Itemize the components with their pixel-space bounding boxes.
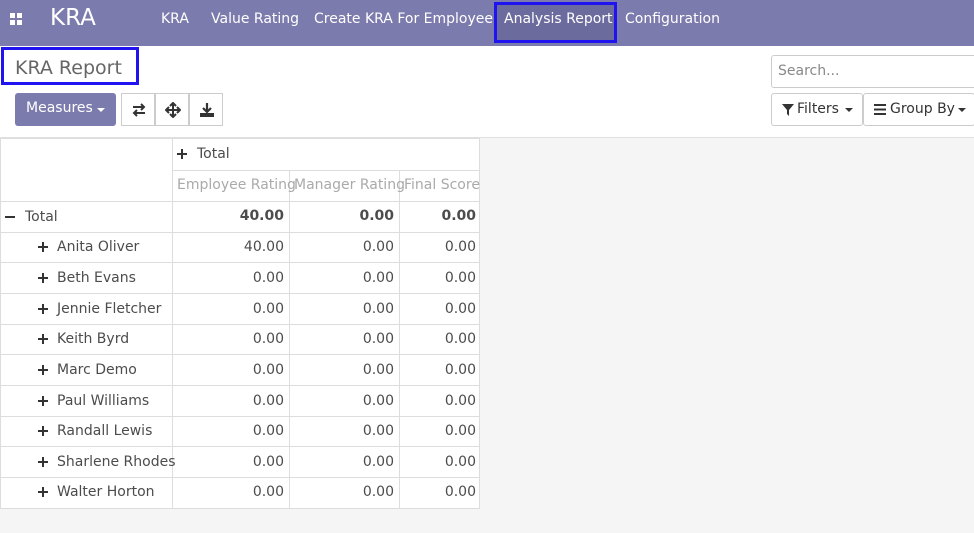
manager-rating-cell: 0.00 (362, 239, 394, 255)
expand-row-icon[interactable] (38, 426, 48, 436)
column-divider (399, 170, 400, 508)
total-manager-rating: 0.00 (359, 208, 394, 224)
filter-icon (782, 104, 794, 116)
download-icon (200, 103, 214, 117)
group-by-label: Group By (890, 101, 955, 117)
expand-row-icon[interactable] (38, 242, 48, 252)
row-divider (1, 354, 479, 355)
search-input[interactable] (778, 63, 968, 79)
expand-row-icon[interactable] (38, 457, 48, 467)
row-header[interactable]: Paul Williams (57, 393, 149, 409)
apps-grid-icon[interactable] (10, 13, 24, 27)
arrows-expand-icon (165, 102, 181, 118)
employee-rating-cell: 0.00 (252, 331, 284, 347)
final-score-cell: 0.00 (444, 423, 476, 439)
expand-all-button[interactable] (155, 93, 189, 126)
expand-row-icon[interactable] (38, 334, 48, 344)
employee-rating-cell: 0.00 (252, 270, 284, 286)
expand-row-icon[interactable] (38, 396, 48, 406)
menu-analysis-report[interactable]: Analysis Report (504, 11, 613, 27)
final-score-cell: 0.00 (444, 484, 476, 500)
row-divider (172, 170, 479, 171)
row-header[interactable]: Keith Byrd (57, 331, 129, 347)
manager-rating-cell: 0.00 (362, 270, 394, 286)
menu-kra[interactable]: KRA (161, 11, 189, 27)
exchange-icon (132, 103, 146, 117)
final-score-cell: 0.00 (444, 239, 476, 255)
group-by-button[interactable]: Group By (863, 93, 974, 126)
caret-down-icon (958, 108, 966, 112)
pivot-table: Total Employee Rating Manager Rating Fin… (0, 138, 480, 509)
manager-rating-cell: 0.00 (362, 331, 394, 347)
row-divider (1, 477, 479, 478)
expand-row-icon[interactable] (38, 304, 48, 314)
employee-rating-cell: 0.00 (252, 393, 284, 409)
measure-header-manager-rating[interactable]: Manager Rating (294, 177, 405, 193)
measure-header-final-score[interactable]: Final Score (404, 177, 480, 193)
row-divider (1, 201, 479, 202)
expand-column-icon[interactable] (177, 149, 187, 159)
filters-label: Filters (797, 101, 839, 117)
row-header[interactable]: Marc Demo (57, 362, 137, 378)
row-header[interactable]: Beth Evans (57, 270, 136, 286)
top-navbar: KRA KRA Value Rating Create KRA For Empl… (0, 0, 974, 46)
employee-rating-cell: 0.00 (252, 423, 284, 439)
row-divider (1, 416, 479, 417)
final-score-cell: 0.00 (444, 362, 476, 378)
manager-rating-cell: 0.00 (362, 454, 394, 470)
row-header[interactable]: Sharlene Rhodes (57, 454, 176, 470)
manager-rating-cell: 0.00 (362, 301, 394, 317)
menu-create-kra-for-employee[interactable]: Create KRA For Employee (314, 11, 493, 27)
expand-row-icon[interactable] (38, 365, 48, 375)
manager-rating-cell: 0.00 (362, 393, 394, 409)
column-divider (289, 170, 290, 508)
row-divider (1, 446, 479, 447)
page-title: KRA Report (15, 57, 122, 79)
row-header[interactable]: Jennie Fletcher (57, 301, 161, 317)
measure-header-employee-rating[interactable]: Employee Rating (177, 177, 296, 193)
employee-rating-cell: 0.00 (252, 454, 284, 470)
manager-rating-cell: 0.00 (362, 484, 394, 500)
caret-down-icon (845, 108, 853, 112)
download-button[interactable] (189, 93, 223, 126)
employee-rating-cell: 0.00 (252, 362, 284, 378)
collapse-row-icon[interactable] (5, 212, 15, 222)
final-score-cell: 0.00 (444, 393, 476, 409)
row-header[interactable]: Anita Oliver (57, 239, 139, 255)
bars-icon (874, 104, 886, 115)
column-header-total[interactable]: Total (197, 146, 230, 162)
employee-rating-cell: 0.00 (252, 301, 284, 317)
final-score-cell: 0.00 (444, 270, 476, 286)
row-divider (1, 293, 479, 294)
row-divider (1, 232, 479, 233)
row-header-total[interactable]: Total (25, 209, 58, 225)
manager-rating-cell: 0.00 (362, 423, 394, 439)
app-brand: KRA (50, 5, 96, 31)
flip-axis-button[interactable] (121, 93, 155, 126)
expand-row-icon[interactable] (38, 273, 48, 283)
measures-label: Measures (26, 100, 93, 116)
menu-value-rating[interactable]: Value Rating (211, 11, 299, 27)
measures-button[interactable]: Measures (15, 93, 116, 126)
row-header[interactable]: Walter Horton (57, 484, 155, 500)
menu-configuration[interactable]: Configuration (625, 11, 720, 27)
employee-rating-cell: 40.00 (243, 239, 284, 255)
manager-rating-cell: 0.00 (362, 362, 394, 378)
final-score-cell: 0.00 (444, 331, 476, 347)
caret-down-icon (97, 108, 105, 112)
search-box (771, 55, 974, 88)
total-final-score: 0.00 (441, 208, 476, 224)
row-divider (1, 324, 479, 325)
filters-button[interactable]: Filters (771, 93, 863, 126)
final-score-cell: 0.00 (444, 454, 476, 470)
row-divider (1, 385, 479, 386)
final-score-cell: 0.00 (444, 301, 476, 317)
control-panel: KRA Report Measures Filters (0, 46, 974, 138)
employee-rating-cell: 0.00 (252, 484, 284, 500)
total-employee-rating: 40.00 (239, 208, 284, 224)
row-header[interactable]: Randall Lewis (57, 423, 152, 439)
row-divider (1, 262, 479, 263)
expand-row-icon[interactable] (38, 487, 48, 497)
